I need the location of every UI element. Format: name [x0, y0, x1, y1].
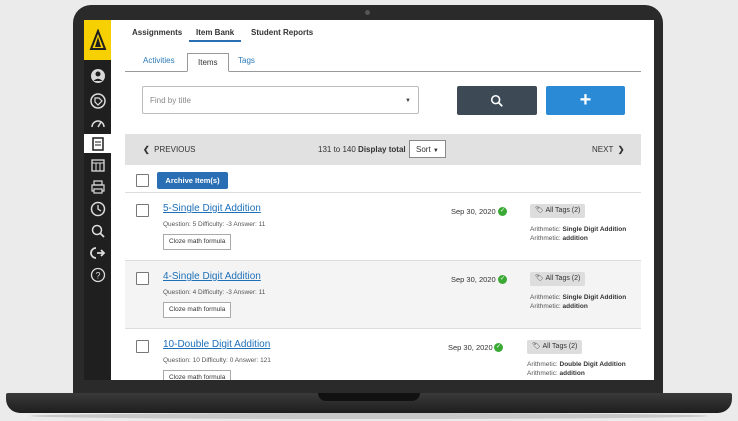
tags-label: All Tags (2) — [545, 275, 581, 282]
search-icon — [490, 94, 503, 107]
tag-line: Arithmetic: addition — [527, 370, 585, 377]
sort-dropdown[interactable]: Sort ▼ — [409, 140, 446, 158]
list-item: 10-Double Digit Addition Question: 10 Di… — [125, 329, 641, 380]
item-date: Sep 30, 2020 — [451, 207, 496, 216]
tab-items[interactable]: Items — [187, 53, 229, 72]
help-icon[interactable]: ? — [88, 265, 107, 284]
previous-label: PREVIOUS — [154, 145, 196, 154]
webcam — [365, 10, 370, 15]
tag-value: addition — [562, 303, 588, 310]
top-nav: Assignments Item Bank Student Reports — [111, 20, 654, 44]
check-circle-icon: ✓ — [494, 343, 503, 352]
item-title-link[interactable]: 5-Single Digit Addition — [163, 203, 261, 214]
item-type-chip: Cloze math formula — [163, 302, 232, 318]
tag-line: Arithmetic: Double Digit Addition — [527, 361, 626, 368]
print-icon[interactable] — [88, 177, 107, 196]
previous-page-button[interactable]: ❮ PREVIOUS — [143, 145, 196, 154]
item-type-chip: Cloze math formula — [163, 370, 232, 380]
app-screen: ? Assignments Item Bank Student Reports … — [84, 20, 654, 380]
item-date: Sep 30, 2020 — [448, 343, 493, 352]
pager-bar: ❮ PREVIOUS 131 to 140 Display total Sort… — [125, 134, 641, 165]
laptop-shadow — [30, 413, 708, 419]
all-tags-button[interactable]: 🏷 All Tags (2) — [530, 204, 586, 218]
next-page-button[interactable]: NEXT ❯ — [592, 145, 625, 154]
tag-value: Single Digit Addition — [562, 226, 627, 233]
search-icon[interactable] — [88, 221, 107, 240]
tag-key: Arithmetic: — [530, 294, 561, 301]
chevron-left-icon: ❮ — [143, 145, 150, 154]
tag-value: Single Digit Addition — [562, 294, 627, 301]
tag-value: addition — [562, 235, 588, 242]
tag-icon: 🏷 — [532, 343, 541, 350]
tag-line: Arithmetic: Single Digit Addition — [530, 294, 626, 301]
tag-line: Arithmetic: Single Digit Addition — [530, 226, 626, 233]
sort-label: Sort — [416, 145, 431, 154]
all-tags-button[interactable]: 🏷 All Tags (2) — [527, 340, 583, 354]
tag-value: addition — [559, 370, 585, 377]
logout-icon[interactable] — [88, 243, 107, 262]
all-tags-button[interactable]: 🏷 All Tags (2) — [530, 272, 586, 286]
tag-line: Arithmetic: addition — [530, 235, 588, 242]
tab-activities[interactable]: Activities — [143, 56, 175, 65]
laptop-base-notch — [318, 393, 420, 401]
item-meta: Question: 10 Difficulty: 0 Answer: 121 — [163, 357, 271, 364]
item-checkbox[interactable] — [136, 272, 149, 285]
range-text: 131 to 140 — [318, 145, 356, 154]
tag-key: Arithmetic: — [527, 370, 558, 377]
list-item: 4-Single Digit Addition Question: 4 Diff… — [125, 261, 641, 329]
select-all-checkbox[interactable] — [136, 174, 149, 187]
tag-icon[interactable] — [88, 91, 107, 110]
item-checkbox[interactable] — [136, 204, 149, 217]
chevron-down-icon[interactable]: ▼ — [405, 98, 411, 104]
display-total-label: Display total — [358, 145, 406, 154]
nav-student-reports[interactable]: Student Reports — [251, 28, 313, 37]
clock-icon[interactable] — [88, 199, 107, 218]
tag-key: Arithmetic: — [530, 235, 561, 242]
active-nav-underline — [189, 40, 241, 42]
nav-item-bank[interactable]: Item Bank — [196, 28, 234, 37]
check-circle-icon: ✓ — [498, 207, 507, 216]
search-button[interactable] — [457, 86, 537, 115]
item-date: Sep 30, 2020 — [451, 275, 496, 284]
logo-icon[interactable] — [84, 20, 111, 60]
sub-tabs: Activities Items Tags — [125, 53, 641, 72]
tag-key: Arithmetic: — [527, 361, 558, 368]
tag-value: Double Digit Addition — [559, 361, 626, 368]
archive-items-button[interactable]: Archive Item(s) — [157, 172, 228, 189]
nav-assignments[interactable]: Assignments — [132, 28, 182, 37]
chevron-right-icon: ❯ — [617, 145, 625, 154]
add-item-button[interactable]: + — [546, 86, 625, 115]
tag-line: Arithmetic: addition — [530, 303, 588, 310]
search-input[interactable]: Find by title — [142, 86, 419, 114]
main-content: Assignments Item Bank Student Reports Ac… — [111, 20, 654, 380]
user-icon[interactable] — [88, 66, 107, 85]
list-item: 5-Single Digit Addition Question: 5 Diff… — [125, 193, 641, 261]
item-meta: Question: 4 Difficulty: -3 Answer: 11 — [163, 289, 266, 296]
sidebar: ? — [84, 20, 111, 380]
item-type-chip: Cloze math formula — [163, 234, 232, 250]
tags-label: All Tags (2) — [545, 207, 581, 214]
item-meta: Question: 5 Difficulty: -3 Answer: 11 — [163, 221, 266, 228]
item-title-link[interactable]: 10-Double Digit Addition — [163, 339, 270, 350]
item-checkbox[interactable] — [136, 340, 149, 353]
dashboard-icon[interactable] — [88, 113, 107, 132]
check-circle-icon: ✓ — [498, 275, 507, 284]
tag-icon: 🏷 — [535, 207, 544, 214]
chevron-down-icon: ▼ — [432, 148, 439, 154]
items-icon[interactable] — [84, 134, 111, 153]
svg-text:?: ? — [95, 270, 100, 280]
next-label: NEXT — [592, 145, 614, 154]
tab-tags[interactable]: Tags — [238, 56, 255, 65]
tag-key: Arithmetic: — [530, 303, 561, 310]
tag-icon: 🏷 — [535, 275, 544, 282]
item-title-link[interactable]: 4-Single Digit Addition — [163, 271, 261, 282]
calendar-icon[interactable] — [88, 155, 107, 174]
tag-key: Arithmetic: — [530, 226, 561, 233]
tags-label: All Tags (2) — [542, 343, 578, 350]
display-count: 131 to 140 Display total — [318, 145, 406, 154]
